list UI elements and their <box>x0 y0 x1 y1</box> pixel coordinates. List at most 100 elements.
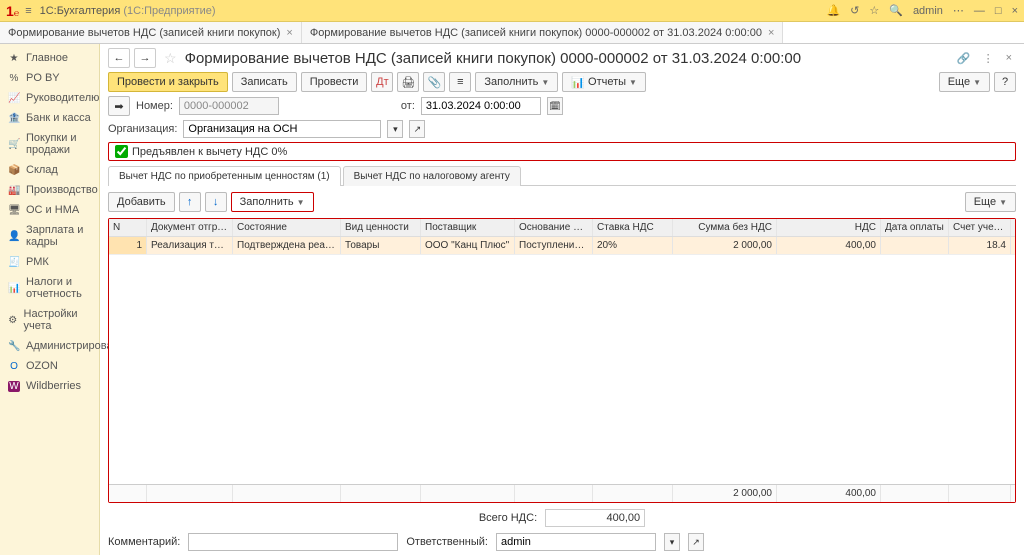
sidebar-item-label: OZON <box>26 360 58 372</box>
close-icon[interactable]: × <box>1012 5 1018 17</box>
vat-zero-checkbox-row[interactable]: Предъявлен к вычету НДС 0% <box>108 142 1016 161</box>
table-row[interactable]: 1 Реализация товаров ... Подтверждена ре… <box>109 237 1015 255</box>
sidebar-item-wildberries[interactable]: WWildberries <box>0 376 99 396</box>
history-icon[interactable]: ↺ <box>850 4 859 17</box>
sidebar: ★Главное %PO BY 📈Руководителю 🏦Банк и ка… <box>0 44 100 555</box>
cell-basis: Поступление товаро... <box>515 237 593 254</box>
report-icon: 📊 <box>8 283 20 294</box>
col-doc[interactable]: Документ отгрузки <box>147 219 233 236</box>
sidebar-item-label: РМК <box>26 256 49 268</box>
col-paydate[interactable]: Дата оплаты <box>881 219 949 236</box>
cart-icon: 🛒 <box>8 139 20 150</box>
date-label: от: <box>401 100 415 112</box>
dropdown-icon[interactable]: ▾ <box>664 533 680 551</box>
open-icon[interactable]: ↗ <box>688 533 704 551</box>
comment-field[interactable] <box>188 533 398 551</box>
title-bar: 1℮ ≡ 1С:Бухгалтерия (1С:Предприятие) 🔔 ↺… <box>0 0 1024 22</box>
forward-button[interactable]: → <box>134 48 156 68</box>
add-button[interactable]: Добавить <box>108 192 175 212</box>
cell-vat: 400,00 <box>777 237 881 254</box>
print-button[interactable]: 🖨 <box>397 72 419 92</box>
sidebar-item-rmk[interactable]: 🧾РМК <box>0 252 99 272</box>
more-table-dropdown[interactable]: Еще▼ <box>965 192 1016 212</box>
sidebar-item-label: Главное <box>26 52 68 64</box>
settings-icon[interactable]: ⋯ <box>953 4 964 17</box>
org-field[interactable] <box>183 120 381 138</box>
reports-dropdown[interactable]: 📊 Отчеты▼ <box>562 72 646 92</box>
move-up-button[interactable]: ↑ <box>179 192 201 212</box>
sidebar-item-bank[interactable]: 🏦Банк и касса <box>0 108 99 128</box>
menu-icon[interactable]: ≡ <box>25 5 31 17</box>
grid-footer: 2 000,00 400,00 <box>109 484 1015 502</box>
sidebar-item-settings[interactable]: ⚙Настройки учета <box>0 304 99 336</box>
org-label: Организация: <box>108 123 177 135</box>
move-down-button[interactable]: ↓ <box>205 192 227 212</box>
col-vat[interactable]: НДС <box>777 219 881 236</box>
tab-label: Формирование вычетов НДС (записей книги … <box>310 27 762 39</box>
sidebar-item-salary[interactable]: 👤Зарплата и кадры <box>0 220 99 252</box>
col-basis[interactable]: Основание для выч... <box>515 219 593 236</box>
date-field[interactable] <box>421 97 541 115</box>
sidebar-item-stock[interactable]: 📦Склад <box>0 160 99 180</box>
cell-state: Подтверждена реализация 0% <box>233 237 341 254</box>
sidebar-item-production[interactable]: 🏭Производство <box>0 180 99 200</box>
sidebar-item-assets[interactable]: 🖥ОС и НМА <box>0 200 99 220</box>
close-tab-icon[interactable]: × <box>286 27 292 39</box>
number-auto-button[interactable]: ➡ <box>108 96 130 116</box>
number-field[interactable] <box>179 97 279 115</box>
write-button[interactable]: Записать <box>232 72 297 92</box>
vat-zero-checkbox[interactable] <box>115 145 128 158</box>
movements-button[interactable]: Дт <box>371 72 393 92</box>
fill-table-button[interactable]: Заполнить ▼ <box>231 192 314 212</box>
col-supplier[interactable]: Поставщик <box>421 219 515 236</box>
sidebar-item-label: Налоги и отчетность <box>26 276 91 300</box>
fill-dropdown[interactable]: Заполнить▼ <box>475 72 558 92</box>
back-button[interactable]: ← <box>108 48 130 68</box>
app-logo-icon: 1℮ <box>6 3 19 19</box>
close-page-icon[interactable]: × <box>1002 52 1016 64</box>
maximize-icon[interactable]: □ <box>995 5 1002 17</box>
sidebar-item-manager[interactable]: 📈Руководителю <box>0 88 99 108</box>
close-tab-icon[interactable]: × <box>768 27 774 39</box>
dropdown-icon[interactable]: ▾ <box>387 120 403 138</box>
user-name[interactable]: admin <box>913 5 943 17</box>
vat-grid: N Документ отгрузки Состояние Вид ценнос… <box>108 218 1016 503</box>
tab-document[interactable]: Формирование вычетов НДС (записей книги … <box>302 22 784 43</box>
sidebar-item-label: Склад <box>26 164 58 176</box>
sidebar-item-poby[interactable]: %PO BY <box>0 68 99 88</box>
bank-icon: 🏦 <box>8 113 20 124</box>
col-account[interactable]: Счет учета НДС <box>949 219 1011 236</box>
responsible-field[interactable] <box>496 533 656 551</box>
link-icon[interactable]: 🔗 <box>953 52 975 65</box>
col-rate[interactable]: Ставка НДС <box>593 219 673 236</box>
sidebar-item-main[interactable]: ★Главное <box>0 48 99 68</box>
help-button[interactable]: ? <box>994 72 1016 92</box>
sidebar-item-ozon[interactable]: OOZON <box>0 356 99 376</box>
post-button[interactable]: Провести <box>301 72 368 92</box>
bell-icon[interactable]: 🔔 <box>826 4 840 17</box>
footer-vat: 400,00 <box>777 485 881 502</box>
sidebar-item-admin[interactable]: 🔧Администрирование <box>0 336 99 356</box>
sidebar-item-label: Зарплата и кадры <box>26 224 91 248</box>
tab-agent[interactable]: Вычет НДС по налоговому агенту <box>343 166 521 186</box>
col-kind[interactable]: Вид ценности <box>341 219 421 236</box>
sidebar-item-taxes[interactable]: 📊 Налоги и отчетность <box>0 272 99 304</box>
more-icon[interactable]: ⋮ <box>979 52 998 65</box>
col-state[interactable]: Состояние <box>233 219 341 236</box>
search-icon[interactable]: 🔍 <box>889 4 903 17</box>
col-sum[interactable]: Сумма без НДС <box>673 219 777 236</box>
more-dropdown[interactable]: Еще▼ <box>939 72 990 92</box>
app-title: 1С:Бухгалтерия (1С:Предприятие) <box>40 5 827 17</box>
star-icon[interactable]: ☆ <box>869 4 879 17</box>
post-and-close-button[interactable]: Провести и закрыть <box>108 72 228 92</box>
calendar-icon[interactable]: 🗓 <box>547 97 563 115</box>
minimize-icon[interactable]: — <box>974 5 985 17</box>
attach-button[interactable]: 📎 <box>423 72 445 92</box>
tab-list[interactable]: Формирование вычетов НДС (записей книги … <box>0 22 302 43</box>
open-icon[interactable]: ↗ <box>409 120 425 138</box>
tab-purchased[interactable]: Вычет НДС по приобретенным ценностям (1) <box>108 166 341 186</box>
list-button[interactable]: ≡ <box>449 72 471 92</box>
sidebar-item-sales[interactable]: 🛒Покупки и продажи <box>0 128 99 160</box>
col-n[interactable]: N <box>109 219 147 236</box>
favorite-icon[interactable]: ☆ <box>160 50 181 67</box>
